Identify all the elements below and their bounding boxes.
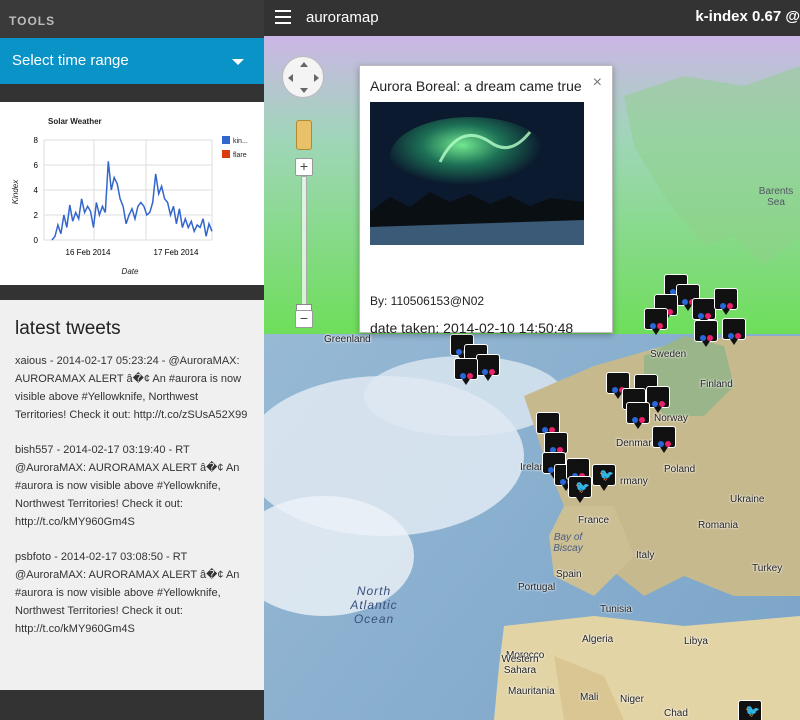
legend-swatch-kindex — [222, 136, 230, 144]
info-window: Aurora Boreal: a dream came true × By: 1… — [359, 65, 613, 336]
map-label: Bay of Biscay — [553, 532, 583, 554]
legend-swatch-flare — [222, 150, 230, 158]
map-label: Italy — [636, 550, 655, 561]
map-label: rmany — [620, 476, 648, 487]
legend-kindex: kin... — [233, 138, 248, 145]
chart-ytick: 6 — [34, 161, 39, 170]
map-label: Ukraine — [730, 494, 765, 505]
map-label: Finland — [700, 379, 733, 390]
top-bar: auroramap k-index 0.67 @ — [264, 0, 800, 36]
tweet-marker[interactable]: 🐦 — [592, 464, 616, 491]
twitter-bird-icon: 🐦 — [745, 704, 760, 718]
aurora-photo[interactable] — [370, 102, 584, 245]
photo-marker[interactable] — [644, 308, 668, 335]
map-label: Tunisia — [600, 604, 632, 615]
zoom-in-button[interactable]: + — [295, 158, 313, 176]
map-label: Portugal — [518, 582, 556, 593]
kindex-readout: k-index 0.67 @ — [695, 8, 800, 25]
map-label: Greenland — [324, 334, 371, 345]
caret-down-icon — [232, 59, 244, 65]
time-range-select[interactable]: Select time range — [0, 38, 264, 84]
chart-xlabel: Date — [122, 267, 139, 276]
map-label: Turkey — [752, 563, 783, 574]
twitter-bird-icon: 🐦 — [599, 468, 614, 482]
map-label: Western Sahara — [501, 654, 539, 676]
photo-marker[interactable] — [692, 298, 716, 325]
map-label: Niger — [620, 694, 644, 705]
photo-marker[interactable] — [722, 318, 746, 345]
photo-marker[interactable] — [476, 354, 500, 381]
photo-date: date taken: 2014-02-10 14:50:48 — [370, 320, 574, 336]
tweet-item: bish557 - 2014-02-17 03:19:40 - RT @Auro… — [15, 444, 240, 528]
map-label: Denmark — [616, 438, 657, 449]
photo-image — [370, 102, 584, 245]
pan-control[interactable] — [282, 56, 324, 98]
time-range-label: Select time range — [12, 52, 129, 69]
latest-tweets-panel: latest tweets xaious - 2014-02-17 05:23:… — [0, 300, 264, 690]
popup-title: Aurora Boreal: a dream came true — [370, 78, 582, 94]
photo-marker[interactable] — [694, 320, 718, 347]
chart-ytick: 0 — [34, 236, 39, 245]
sidebar: TOOLS Select time range Solar Weather 0 2… — [0, 0, 264, 720]
zoom-out-button[interactable]: − — [295, 310, 313, 328]
app-title: auroramap — [306, 9, 379, 26]
photo-marker[interactable] — [454, 358, 478, 385]
tweet-marker[interactable]: 🐦 — [738, 700, 762, 720]
map-label: Mali — [580, 692, 599, 703]
map-label: Sweden — [650, 349, 687, 360]
map-label: Poland — [664, 464, 696, 475]
tools-header: TOOLS — [0, 0, 264, 38]
photo-marker[interactable] — [626, 402, 650, 429]
map-canvas[interactable]: Greenland Barents Sea Sweden Finland Nor… — [264, 36, 800, 720]
map-label: France — [578, 515, 610, 526]
photo-marker[interactable] — [714, 288, 738, 315]
map-label: Romania — [698, 520, 739, 531]
chart-ytick: 4 — [34, 186, 39, 195]
chart-svg: Solar Weather 0 2 4 6 8 16 Feb 2014 17 Feb 20… — [11, 117, 248, 276]
map-label: Algeria — [582, 634, 614, 645]
chart-ylabel: Kindex — [11, 179, 20, 204]
tweet-item: xaious - 2014-02-17 05:23:24 - @AuroraMA… — [15, 355, 248, 421]
map-label: Libya — [684, 636, 708, 647]
photo-marker[interactable] — [536, 412, 560, 439]
map-label: Norway — [654, 413, 688, 424]
chart-xtick: 17 Feb 2014 — [154, 248, 199, 257]
map-label: Spain — [556, 569, 582, 580]
chart-xtick: 16 Feb 2014 — [66, 248, 111, 257]
hamburger-menu-icon[interactable] — [275, 10, 291, 24]
tweet-marker[interactable]: 🐦 — [568, 476, 592, 503]
tweet-item: psbfoto - 2014-02-17 03:08:50 - RT @Auro… — [15, 551, 240, 635]
map-label: Mauritania — [508, 686, 555, 697]
chart-ytick: 8 — [34, 136, 39, 145]
kindex-line — [51, 161, 213, 241]
photo-marker[interactable] — [544, 432, 568, 459]
map-label: Barents Sea — [758, 186, 794, 208]
street-view-pegman-icon[interactable] — [296, 120, 312, 150]
close-icon[interactable]: × — [593, 74, 602, 92]
map-label: Chad — [664, 708, 688, 719]
ocean-label: North Atlantic Ocean — [350, 584, 398, 626]
legend-flare: flare — [233, 152, 247, 159]
solar-weather-chart: Solar Weather 0 2 4 6 8 16 Feb 2014 17 Feb 20… — [0, 102, 264, 285]
chart-ytick: 2 — [34, 211, 39, 220]
photo-author: By: 110506153@N02 — [370, 294, 485, 308]
twitter-bird-icon: 🐦 — [575, 480, 590, 494]
chart-title: Solar Weather — [48, 117, 102, 126]
photo-marker[interactable] — [652, 426, 676, 453]
tweets-heading: latest tweets — [15, 318, 121, 339]
sidebar-footer — [0, 690, 264, 720]
